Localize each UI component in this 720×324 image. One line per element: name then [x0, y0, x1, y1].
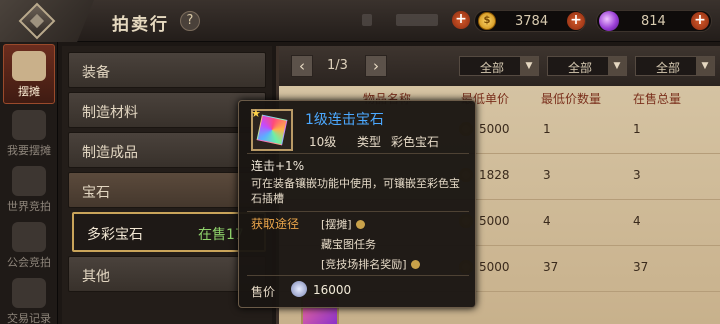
gem-counter: 814 + — [596, 10, 712, 32]
category-materials[interactable]: 制造材料 — [68, 92, 266, 128]
filter-value: 全部 — [656, 61, 681, 75]
link-icon — [410, 260, 420, 269]
chevron-down-icon: ▼ — [608, 57, 626, 75]
nav-stall[interactable]: 摆摊 — [3, 44, 55, 104]
row-min-qty: 4 — [543, 214, 551, 228]
column-header-min-qty: 最低价数量 — [541, 92, 602, 106]
on-sale-count: 在售17 — [198, 227, 244, 243]
next-page-button[interactable]: › — [365, 55, 387, 77]
category-products[interactable]: 制造成品 — [68, 132, 266, 168]
category-label: 宝石 — [82, 185, 110, 201]
item-bonus: 连击+1% — [251, 159, 305, 173]
nav-my-stall[interactable]: 我要摆摊 — [3, 104, 55, 164]
filter-value: 全部 — [480, 61, 505, 75]
source-text: 藏宝图任务 — [321, 238, 376, 251]
scales-icon — [12, 166, 46, 196]
gem-amount: 814 — [641, 14, 666, 29]
gold-counter: $ 3784 + — [474, 10, 586, 32]
category-label: 制造材料 — [82, 105, 138, 121]
add-gem-button[interactable]: + — [691, 12, 709, 30]
subcategory-multicolor-gem[interactable]: 多彩宝石 在售17 — [72, 212, 266, 252]
add-currency-button[interactable]: + — [452, 11, 470, 29]
category-gems[interactable]: 宝石 — [68, 172, 266, 208]
nav-trade-records[interactable]: 交易记录 — [3, 272, 55, 324]
listing-toolbar: ‹ 1/3 › 全部 ▼ 全部 ▼ 全部 ▼ — [279, 46, 720, 86]
category-label: 制造成品 — [82, 145, 138, 161]
top-bar: 拍卖行 ? + $ 3784 + 814 + — [0, 0, 720, 42]
page-title: 拍卖行 — [112, 15, 169, 35]
filter-select-1[interactable]: 全部 ▼ — [459, 56, 539, 76]
row-price: 5000 — [479, 122, 510, 136]
gold-coin-icon: $ — [478, 12, 496, 30]
nav-label: 我要摆摊 — [7, 144, 51, 157]
guild-scales-icon — [12, 222, 46, 252]
back-logo-button[interactable] — [0, 0, 94, 42]
blurred-name — [362, 14, 372, 26]
purple-gem-icon — [599, 11, 619, 31]
row-total: 4 — [633, 214, 641, 228]
silver-coin-icon — [291, 281, 307, 297]
chevron-down-icon: ▼ — [520, 57, 538, 75]
nav-label: 摆摊 — [18, 85, 40, 98]
column-header-total: 在售总量 — [633, 92, 682, 106]
blurred-id — [396, 14, 438, 26]
nav-label: 交易记录 — [7, 312, 51, 324]
source-text: [摆摊] — [321, 218, 352, 231]
record-icon — [12, 278, 46, 308]
link-icon — [355, 220, 365, 229]
category-label: 装备 — [82, 65, 110, 81]
source-text: [竞技场排名奖励] — [321, 258, 407, 271]
help-button[interactable]: ? — [180, 11, 200, 31]
source-item-3[interactable]: [竞技场排名奖励] — [321, 256, 420, 272]
nav-label: 世界竞拍 — [7, 200, 51, 213]
filter-select-2[interactable]: 全部 ▼ — [547, 56, 627, 76]
row-price: 1828 — [479, 168, 510, 182]
gold-amount: 3784 — [515, 14, 549, 29]
category-label: 其他 — [82, 269, 110, 285]
item-type-value: 彩色宝石 — [391, 135, 440, 149]
row-price: 5000 — [479, 214, 510, 228]
row-total: 3 — [633, 168, 641, 182]
nav-label: 公会竞拍 — [7, 256, 51, 269]
divider — [247, 211, 469, 212]
category-equipment[interactable]: 装备 — [68, 52, 266, 88]
page-indicator: 1/3 — [327, 58, 348, 73]
row-total: 37 — [633, 260, 649, 274]
source-label: 获取途径 — [251, 217, 300, 231]
star-icon: ★ — [251, 107, 261, 120]
divider — [247, 153, 469, 154]
filter-value: 全部 — [568, 61, 593, 75]
cart-icon — [12, 110, 46, 140]
item-description: 可在装备镶嵌功能中使用，可镶嵌至彩色宝石插槽 — [251, 177, 460, 205]
diamond-emblem-icon — [18, 2, 56, 40]
item-level: 10级 — [309, 135, 337, 149]
stall-icon — [12, 51, 46, 81]
category-other[interactable]: 其他 — [68, 256, 266, 292]
row-min-qty: 37 — [543, 260, 559, 274]
left-nav: 摆摊 我要摆摊 世界竞拍 公会竞拍 交易记录 — [0, 42, 58, 324]
item-name: 1级连击宝石 — [305, 112, 384, 128]
price-label: 售价 — [251, 285, 276, 299]
source-item-1[interactable]: [摆摊] — [321, 216, 365, 232]
price-value: 16000 — [313, 283, 352, 297]
source-item-2: 藏宝图任务 — [321, 236, 376, 252]
item-type-label: 类型 — [357, 135, 382, 149]
item-tooltip: ★ 1级连击宝石 10级 类型 彩色宝石 连击+1% 可在装备镶嵌功能中使用，可… — [238, 100, 476, 308]
row-price: 5000 — [479, 260, 510, 274]
nav-world-auction[interactable]: 世界竞拍 — [3, 160, 55, 220]
filter-select-3[interactable]: 全部 ▼ — [635, 56, 715, 76]
add-gold-button[interactable]: + — [567, 12, 585, 30]
nav-guild-auction[interactable]: 公会竞拍 — [3, 216, 55, 276]
row-min-qty: 3 — [543, 168, 551, 182]
chevron-down-icon: ▼ — [696, 57, 714, 75]
prev-page-button[interactable]: ‹ — [291, 55, 313, 77]
row-total: 1 — [633, 122, 641, 136]
rainbow-gem-icon — [256, 114, 288, 146]
subcategory-label: 多彩宝石 — [87, 227, 143, 243]
row-min-qty: 1 — [543, 122, 551, 136]
divider — [247, 275, 469, 276]
